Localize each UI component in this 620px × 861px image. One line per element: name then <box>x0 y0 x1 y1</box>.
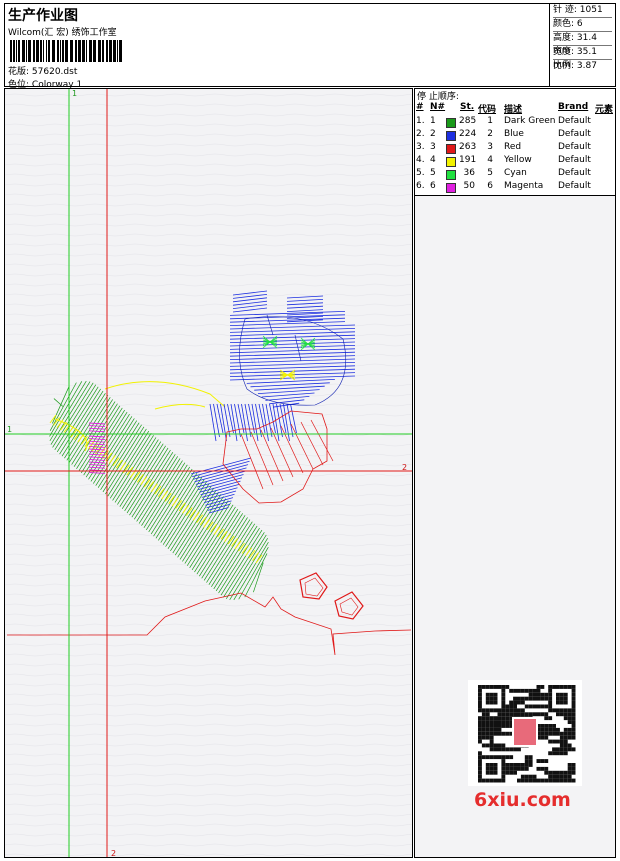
col-stitches: St. <box>460 102 475 112</box>
guide-label-red-v: 2 <box>111 849 116 857</box>
row-needle: 3 <box>430 142 436 152</box>
row-brand: Default <box>558 155 591 165</box>
design-canvas[interactable]: 1 1 2 2 <box>4 88 413 858</box>
row-code: 3 <box>487 142 493 152</box>
row-order: 1. <box>416 116 425 126</box>
row-code: 5 <box>487 168 493 178</box>
stat-scale: 比例: 3.87 <box>553 61 597 71</box>
file-label: 花版: <box>8 67 30 77</box>
color-swatch <box>446 131 456 141</box>
col-brand: Brand <box>558 102 589 112</box>
legend-row: 2. 2 224 2 Blue Default <box>415 129 615 142</box>
row-order: 6. <box>416 181 425 191</box>
row-desc: Red <box>504 142 522 152</box>
row-stitches: 263 <box>459 142 477 152</box>
stat-stitches: 针 迹: 1051 <box>553 4 612 18</box>
row-code: 2 <box>487 129 493 139</box>
stat-colors: 颜色: 6 <box>553 18 612 32</box>
row-code: 1 <box>487 116 493 126</box>
col-desc: 描述 <box>504 105 523 115</box>
col-element: 元素 <box>595 105 614 115</box>
legend-header-row: # N# St. 代码 描述 Brand 元素 <box>415 102 615 115</box>
row-desc: Yellow <box>504 155 532 165</box>
watermark: 6xiu.com <box>474 789 571 811</box>
row-order: 2. <box>416 129 425 139</box>
row-order: 3. <box>416 142 425 152</box>
row-brand: Default <box>558 116 591 126</box>
legend-row: 4. 4 191 4 Yellow Default <box>415 155 615 168</box>
color-swatch <box>446 144 456 154</box>
row-code: 6 <box>487 181 493 191</box>
production-sheet: 生产作业图 Wilcom(汇 宏) 绣饰工作室 花版: 57620.dst 色位… <box>0 0 620 861</box>
stats-panel: 针 迹: 1051 颜色: 6 高度: 31.4 mm 宽度: 35.1 mm … <box>549 4 615 86</box>
row-desc: Blue <box>504 129 524 139</box>
row-stitches: 36 <box>463 168 475 178</box>
col-order: # <box>416 102 424 112</box>
row-needle: 4 <box>430 155 436 165</box>
row-needle: 5 <box>430 168 436 178</box>
row-desc: Magenta <box>504 181 544 191</box>
row-stitches: 50 <box>463 181 475 191</box>
guide-label-red-h: 2 <box>402 463 407 472</box>
col-code: 代码 <box>478 105 497 115</box>
row-stitches: 224 <box>459 129 477 139</box>
legend-row: 3. 3 263 3 Red Default <box>415 142 615 155</box>
row-needle: 2 <box>430 129 436 139</box>
color-sequence-table: 停 止顺序: # N# St. 代码 描述 Brand 元素 1. 1 285 1 Da… <box>415 89 615 196</box>
row-brand: Default <box>558 142 591 152</box>
qr-code-icon <box>468 680 582 786</box>
row-brand: Default <box>558 168 591 178</box>
row-code: 4 <box>487 155 493 165</box>
legend-row: 6. 6 50 6 Magenta Default <box>415 181 615 194</box>
color-swatch <box>446 170 456 180</box>
design-file: 花版: 57620.dst <box>8 64 77 77</box>
row-needle: 1 <box>430 116 436 126</box>
row-brand: Default <box>558 129 591 139</box>
header-panel: 生产作业图 Wilcom(汇 宏) 绣饰工作室 花版: 57620.dst 色位… <box>4 3 616 90</box>
legend-title: 停 止顺序: <box>417 92 459 102</box>
col-needle: N# <box>430 102 446 112</box>
file-value: 57620.dst <box>31 67 78 77</box>
guide-label-green-v: 1 <box>72 89 77 98</box>
color-swatch <box>446 183 456 193</box>
sheet-title: 生产作业图 <box>8 8 78 24</box>
guide-label-green-h: 1 <box>7 425 12 434</box>
row-desc: Dark Green <box>504 116 556 126</box>
stat-height: 高度: 31.4 mm <box>553 32 612 56</box>
embroidery-design: 1 1 2 2 <box>5 89 412 857</box>
row-order: 5. <box>416 168 425 178</box>
legend-row: 5. 5 36 5 Cyan Default <box>415 168 615 181</box>
barcode-icon <box>10 40 122 62</box>
row-needle: 6 <box>430 181 436 191</box>
row-stitches: 285 <box>459 116 477 126</box>
color-swatch <box>446 157 456 167</box>
row-brand: Default <box>558 181 591 191</box>
row-desc: Cyan <box>504 168 527 178</box>
company-name: Wilcom(汇 宏) 绣饰工作室 <box>8 28 117 38</box>
row-order: 4. <box>416 155 425 165</box>
color-swatch <box>446 118 456 128</box>
row-stitches: 191 <box>459 155 477 165</box>
legend-row: 1. 1 285 1 Dark Green Default <box>415 116 615 129</box>
stat-width: 宽度: 35.1 mm <box>553 46 612 70</box>
